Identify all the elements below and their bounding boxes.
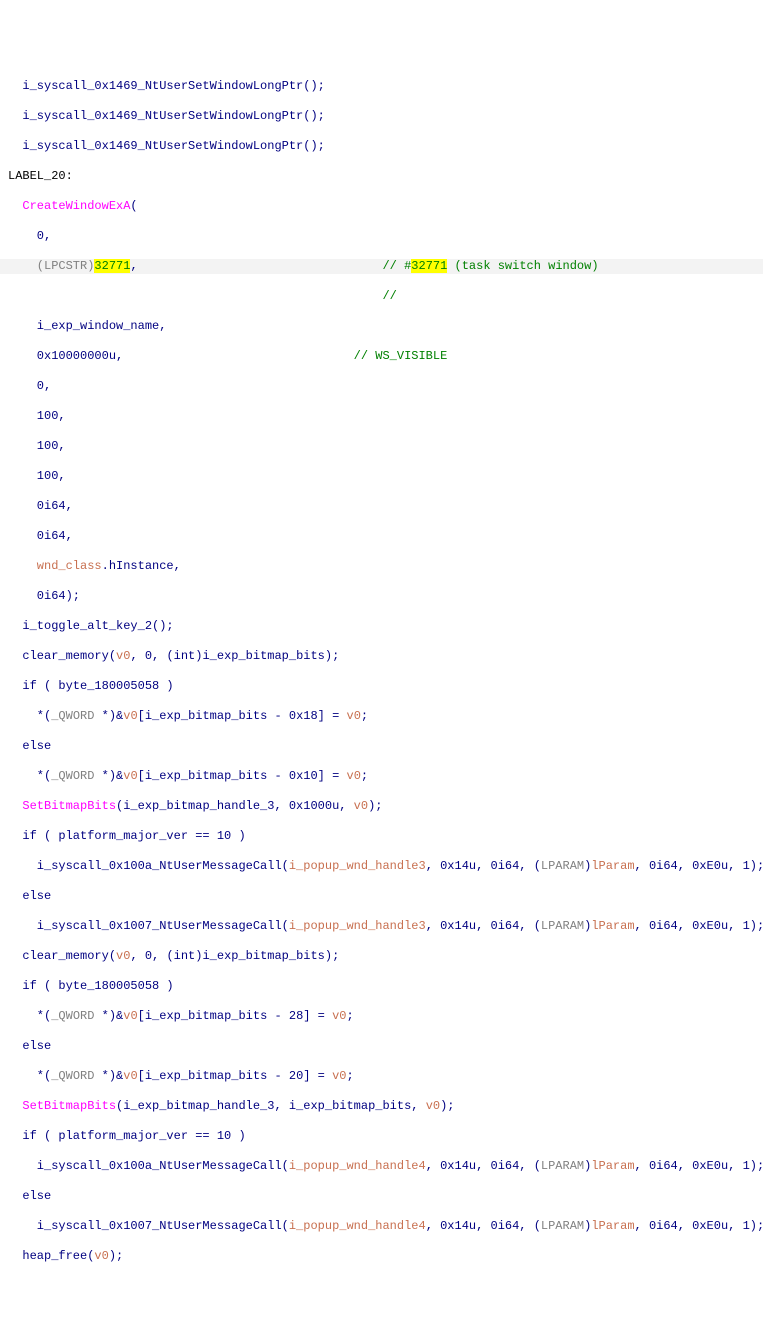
code-line: SetBitmapBits(i_exp_bitmap_handle_3, i_e… [0,1099,763,1114]
search-match: 32771 [94,259,130,273]
code-line: clear_memory(v0, 0, (int)i_exp_bitmap_bi… [0,649,763,664]
code-line: if ( byte_180005058 ) [0,679,763,694]
code-line: *(_QWORD *)&v0[i_exp_bitmap_bits - 0x10]… [0,769,763,784]
code-line: heap_free(v0); [0,1249,763,1264]
code-line: i_syscall_0x1469_NtUserSetWindowLongPtr(… [0,79,763,94]
code-line: 100, [0,409,763,424]
code-line: // [0,289,763,304]
code-line: if ( byte_180005058 ) [0,979,763,994]
code-line: 0, [0,229,763,244]
code-line: 0, [0,379,763,394]
code-line: wnd_class.hInstance, [0,559,763,574]
search-match: 32771 [411,259,447,273]
code-line: else [0,739,763,754]
code-line: 100, [0,439,763,454]
code-line: 0x10000000u, // WS_VISIBLE [0,349,763,364]
code-line: *(_QWORD *)&v0[i_exp_bitmap_bits - 20] =… [0,1069,763,1084]
code-line: 0i64, [0,499,763,514]
code-line: i_syscall_0x100a_NtUserMessageCall(i_pop… [0,859,763,874]
code-line: else [0,1189,763,1204]
code-line: i_syscall_0x100a_NtUserMessageCall(i_pop… [0,1159,763,1174]
code-line: SetBitmapBits(i_exp_bitmap_handle_3, 0x1… [0,799,763,814]
highlighted-line[interactable]: (LPCSTR)32771, // #32771 (task switch wi… [0,259,763,274]
code-line: clear_memory(v0, 0, (int)i_exp_bitmap_bi… [0,949,763,964]
code-line: i_toggle_alt_key_2(); [0,619,763,634]
code-line: CreateWindowExA( [0,199,763,214]
code-line: 100, [0,469,763,484]
code-line: else [0,889,763,904]
code-line: i_syscall_0x1469_NtUserSetWindowLongPtr(… [0,109,763,124]
code-line: if ( platform_major_ver == 10 ) [0,1129,763,1144]
code-line: if ( platform_major_ver == 10 ) [0,829,763,844]
code-line: *(_QWORD *)&v0[i_exp_bitmap_bits - 0x18]… [0,709,763,724]
code-line: i_syscall_0x1469_NtUserSetWindowLongPtr(… [0,139,763,154]
code-line: i_exp_window_name, [0,319,763,334]
code-line: 0i64, [0,529,763,544]
code-line: i_syscall_0x1007_NtUserMessageCall(i_pop… [0,1219,763,1234]
label: LABEL_20: [0,169,763,184]
code-line: else [0,1039,763,1054]
code-view: i_syscall_0x1469_NtUserSetWindowLongPtr(… [0,64,763,1279]
code-line: *(_QWORD *)&v0[i_exp_bitmap_bits - 28] =… [0,1009,763,1024]
code-line: i_syscall_0x1007_NtUserMessageCall(i_pop… [0,919,763,934]
code-line: 0i64); [0,589,763,604]
